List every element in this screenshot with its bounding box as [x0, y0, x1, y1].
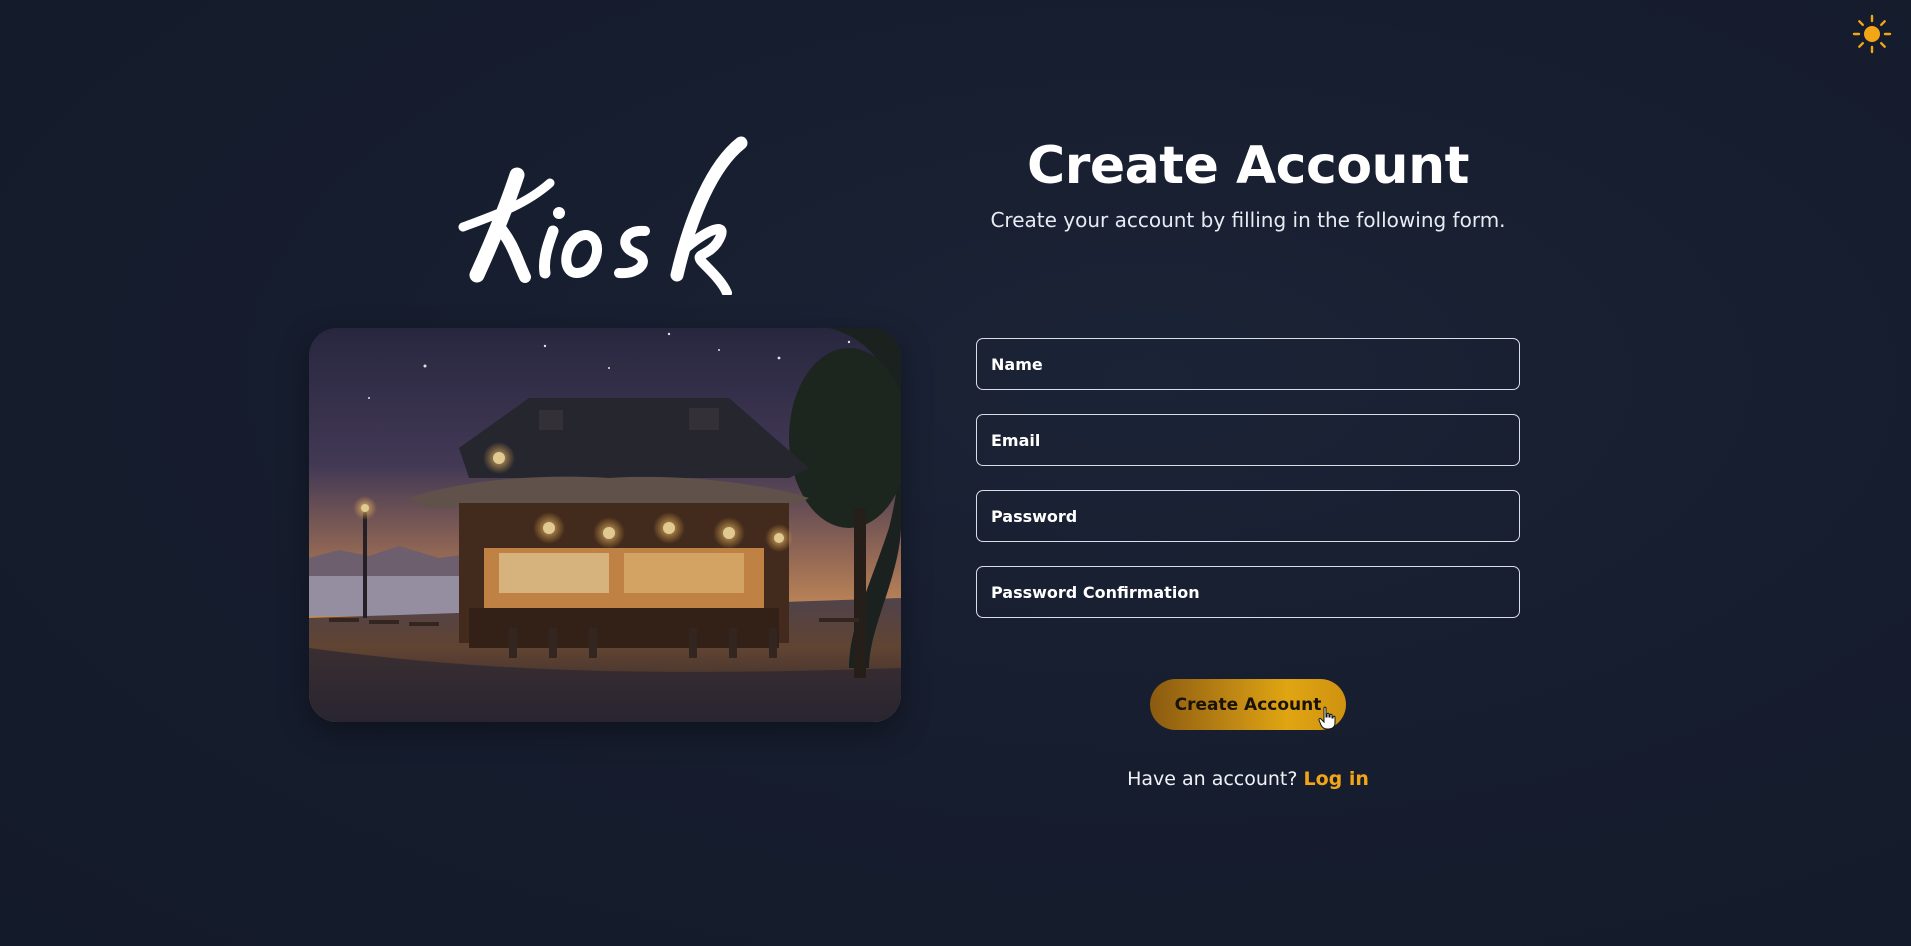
cafe-kiosk-illustration — [309, 328, 901, 722]
theme-toggle-button[interactable] — [1852, 14, 1892, 54]
password-confirmation-field[interactable] — [976, 566, 1520, 618]
create-account-button[interactable]: Create Account — [1150, 679, 1346, 730]
password-field[interactable] — [976, 490, 1520, 542]
name-field[interactable] — [976, 338, 1520, 390]
page-title: Create Account — [1027, 136, 1469, 196]
create-account-page: Create Account Create your account by fi… — [0, 0, 1911, 946]
login-prompt: Have an account? Log in — [976, 766, 1520, 792]
kiosk-logo — [455, 135, 785, 298]
login-prompt-text: Have an account? — [1127, 768, 1298, 790]
email-field[interactable] — [976, 414, 1520, 466]
page-subtitle: Create your account by filling in the fo… — [990, 208, 1506, 232]
login-link[interactable]: Log in — [1304, 768, 1369, 790]
hand-cursor-icon — [1318, 706, 1336, 730]
sun-icon — [1852, 14, 1892, 54]
